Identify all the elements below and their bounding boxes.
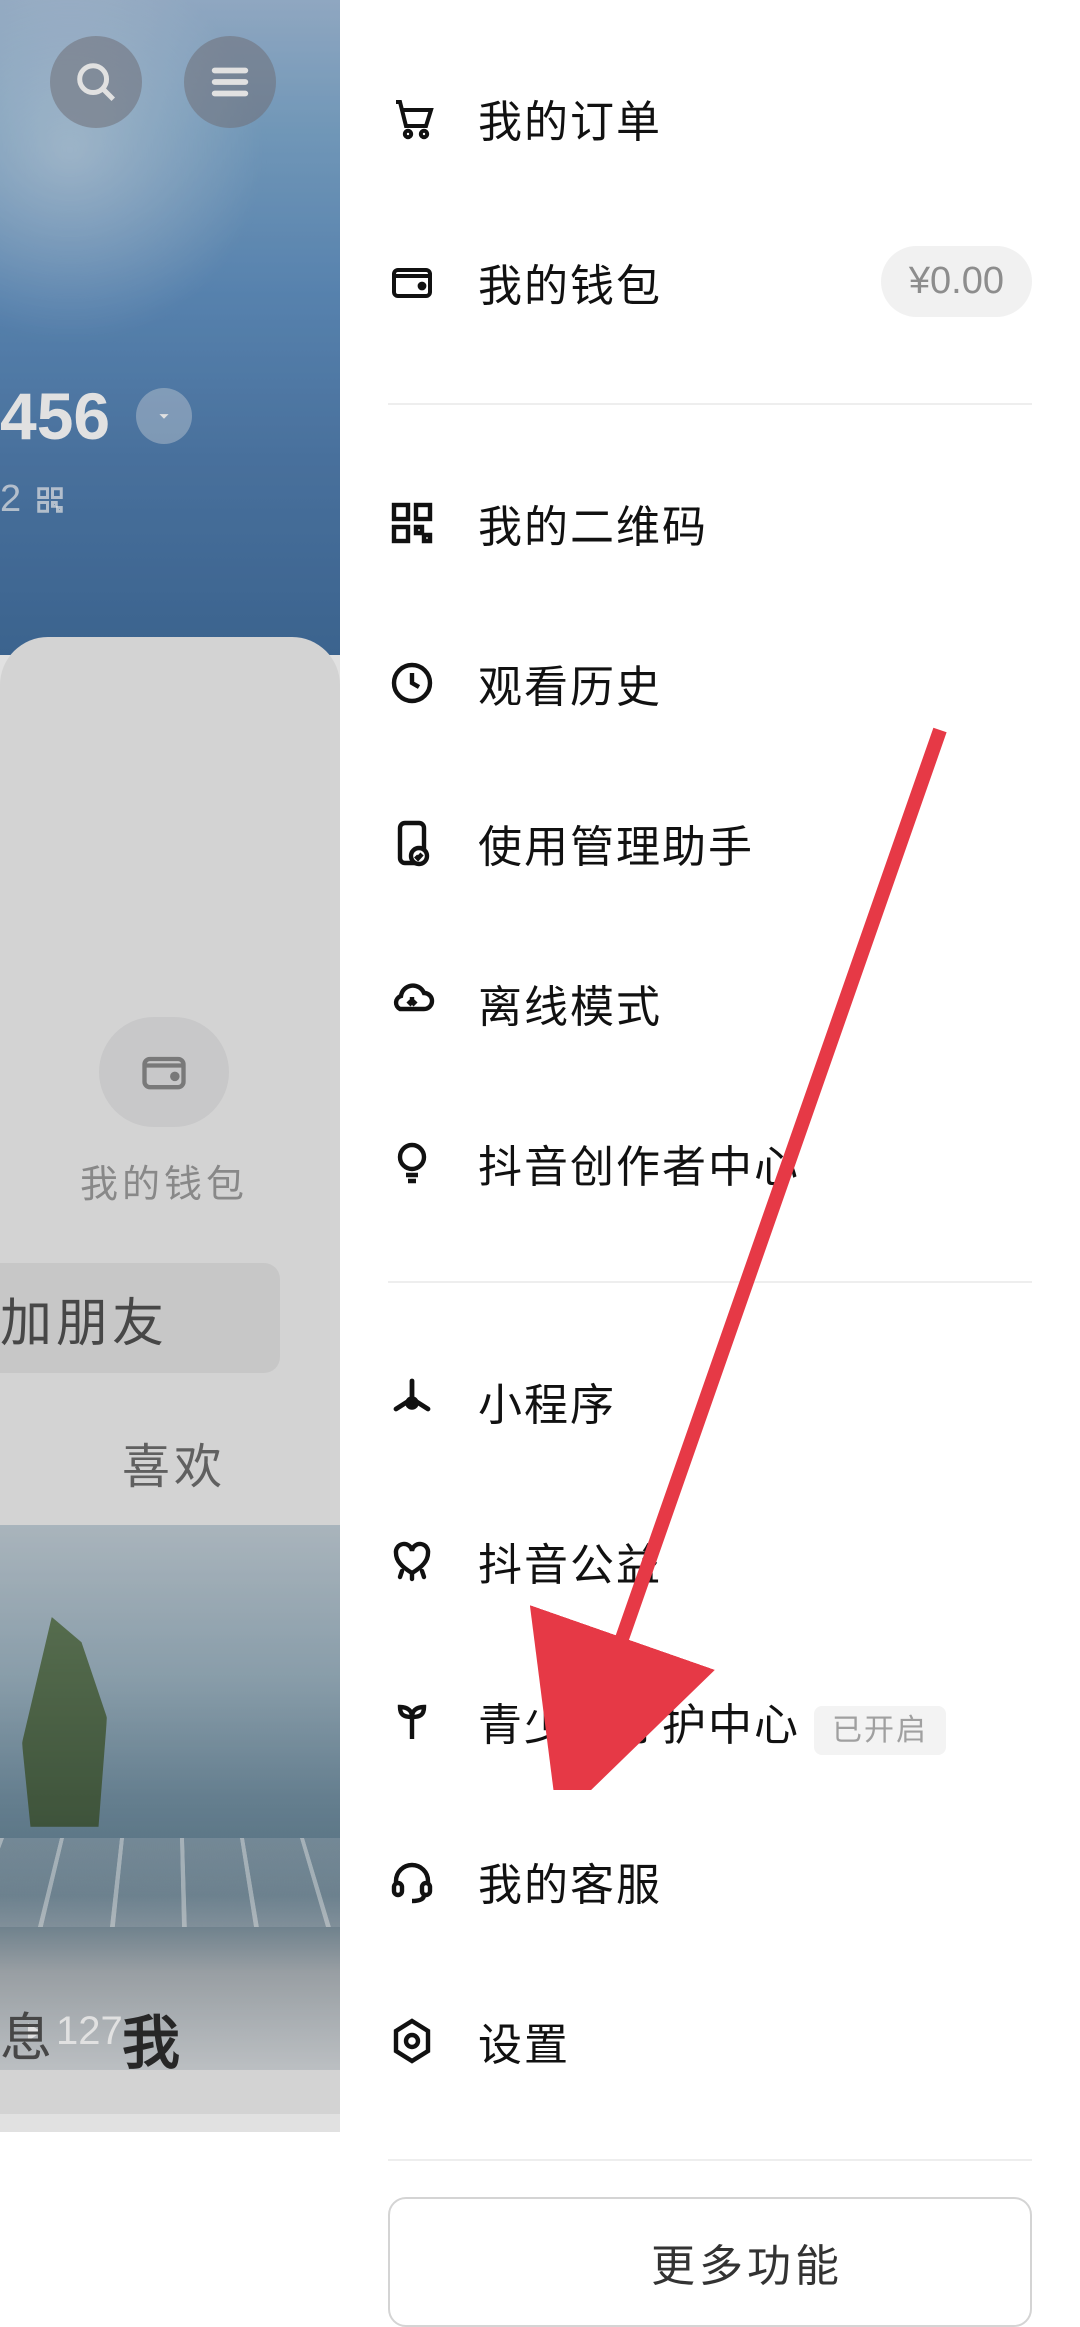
menu-icon-button[interactable] [184,36,276,128]
cloud-download-icon [388,979,436,1027]
more-label: 更多功能 [651,2230,843,2294]
nav-me[interactable]: 我 [122,1996,180,2080]
section-commerce: 我的订单 我的钱包 ¥0.00 [388,0,1032,405]
wallet-icon [388,258,436,306]
menu-qrcode-label: 我的二维码 [478,491,1032,555]
side-drawer: 我的订单 我的钱包 ¥0.00 我的二维码 观看历史 使用管理 [340,0,1080,2132]
tab-like[interactable]: 喜欢 [122,1427,226,1497]
menu-settings[interactable]: 设置 [388,1961,1032,2121]
menu-teen-label: 青少年守护中心已开启 [478,1689,1032,1753]
lightbulb-icon [388,1139,436,1187]
sub-info: 2 [0,478,65,521]
menu-settings-label: 设置 [478,2009,1032,2073]
menu-offline-label: 离线模式 [478,971,1032,1035]
my-wallet-quick[interactable]: 我的钱包 [80,1017,248,1208]
menu-charity[interactable]: 抖音公益 [388,1481,1032,1641]
nav-messages[interactable]: 息 [0,1996,52,2080]
qrcode-icon [388,499,436,547]
more-features-button[interactable]: 3" y="3" width="7" height="7" rx="1.5"/>… [388,2197,1032,2327]
profile-body: 我的钱包 加朋友 喜欢 127 息 我 [0,637,340,2114]
bottom-nav: 息 我 [0,1996,180,2080]
menu-assistant[interactable]: 使用管理助手 [388,763,1032,923]
douyin-id-partial: 456 [0,378,192,454]
hamburger-icon [207,59,253,105]
menu-miniapp[interactable]: 小程序 [388,1321,1032,1481]
menu-creator-label: 抖音创作者中心 [478,1131,1032,1195]
video-thumbnail[interactable]: 127 [0,1525,340,2070]
headset-icon [388,1857,436,1905]
search-icon-button[interactable] [50,36,142,128]
search-icon [73,59,119,105]
wallet-icon [134,1046,194,1098]
grid-icon: 3" y="3" width="7" height="7" rx="1.5"/> [577,2239,623,2285]
enabled-tag: 已开启 [814,1706,946,1755]
menu-orders-label: 我的订单 [478,86,1032,150]
menu-creator[interactable]: 抖音创作者中心 [388,1083,1032,1243]
qr-icon [35,485,65,515]
heart-hands-icon [388,1537,436,1585]
miniapp-icon [388,1377,436,1425]
profile-background: 456 2 我的钱包 加朋友 喜欢 127 息 我 [0,0,340,2132]
wallet-amount-badge: ¥0.00 [881,246,1032,317]
menu-charity-label: 抖音公益 [478,1529,1032,1593]
section-tools: 我的二维码 观看历史 使用管理助手 离线模式 抖音创作者中心 [388,405,1032,1283]
menu-support-label: 我的客服 [478,1849,1032,1913]
id-text: 456 [0,378,110,454]
clock-icon [388,659,436,707]
header-gradient: 456 2 [0,0,340,655]
menu-history[interactable]: 观看历史 [388,603,1032,763]
menu-wallet[interactable]: 我的钱包 ¥0.00 [388,198,1032,365]
menu-teen[interactable]: 青少年守护中心已开启 [388,1641,1032,1801]
menu-miniapp-label: 小程序 [478,1369,1032,1433]
add-friend-button[interactable]: 加朋友 [0,1263,280,1373]
menu-orders[interactable]: 我的订单 [388,38,1032,198]
menu-wallet-label: 我的钱包 [478,250,839,314]
menu-assistant-label: 使用管理助手 [478,811,1032,875]
sprout-icon [388,1697,436,1745]
cart-icon [388,94,436,142]
menu-support[interactable]: 我的客服 [388,1801,1032,1961]
wallet-label: 我的钱包 [80,1153,248,1208]
menu-offline[interactable]: 离线模式 [388,923,1032,1083]
caret-down-icon[interactable] [136,388,192,444]
menu-history-label: 观看历史 [478,651,1032,715]
menu-qrcode[interactable]: 我的二维码 [388,443,1032,603]
settings-icon [388,2017,436,2065]
section-misc: 小程序 抖音公益 青少年守护中心已开启 我的客服 设置 [388,1283,1032,2161]
phone-check-icon [388,819,436,867]
